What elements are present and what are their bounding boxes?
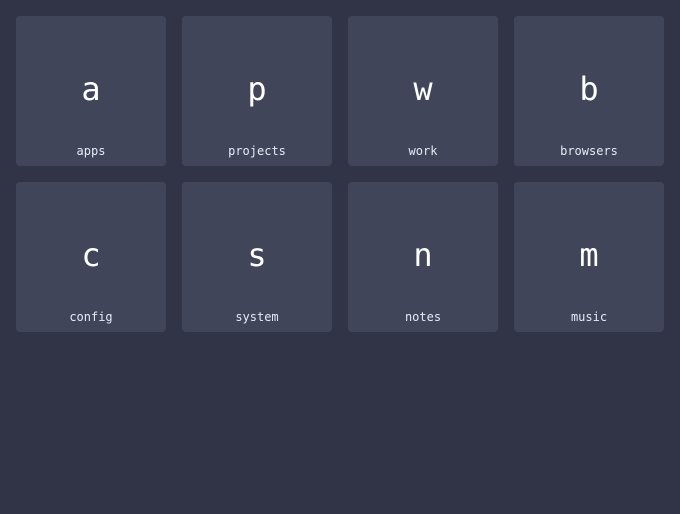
tile-key: n bbox=[413, 236, 433, 274]
tile-system[interactable]: s system bbox=[182, 182, 332, 332]
tile-projects[interactable]: p projects bbox=[182, 16, 332, 166]
tile-key: s bbox=[247, 236, 267, 274]
tile-notes[interactable]: n notes bbox=[348, 182, 498, 332]
tile-key: m bbox=[579, 236, 599, 274]
launcher-grid: a apps p projects w work b browsers c co… bbox=[16, 16, 664, 332]
tile-label: config bbox=[69, 310, 113, 324]
tile-key: p bbox=[247, 70, 267, 108]
tile-key: b bbox=[579, 70, 599, 108]
tile-key: a bbox=[81, 70, 101, 108]
tile-label: system bbox=[235, 310, 279, 324]
tile-label: notes bbox=[404, 310, 442, 324]
tile-key: w bbox=[413, 70, 433, 108]
tile-work[interactable]: w work bbox=[348, 16, 498, 166]
tile-label: music bbox=[570, 310, 608, 324]
tile-music[interactable]: m music bbox=[514, 182, 664, 332]
tile-label: projects bbox=[228, 144, 286, 158]
tile-label: work bbox=[408, 144, 438, 158]
tile-browsers[interactable]: b browsers bbox=[514, 16, 664, 166]
tile-label: browsers bbox=[560, 144, 618, 158]
tile-label: apps bbox=[76, 144, 106, 158]
tile-key: c bbox=[81, 236, 101, 274]
tile-apps[interactable]: a apps bbox=[16, 16, 166, 166]
tile-config[interactable]: c config bbox=[16, 182, 166, 332]
